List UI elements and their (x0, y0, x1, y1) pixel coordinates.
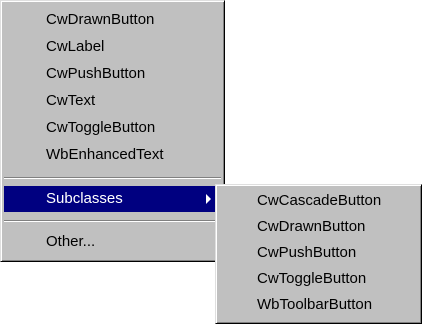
menu-item-other[interactable]: Other... (4, 229, 221, 255)
menu-item-wbenhancedtext[interactable]: WbEnhancedText (4, 142, 221, 168)
chevron-right-icon (206, 194, 211, 204)
menu-item-label: CwPushButton (257, 244, 357, 261)
menu-separator (4, 220, 221, 222)
menu-item-cwtogglebutton[interactable]: CwToggleButton (4, 115, 221, 141)
menu-item-cwdrawnbutton[interactable]: CwDrawnButton (4, 7, 221, 33)
context-menu: CwDrawnButton CwLabel CwPushButton CwTex… (0, 0, 225, 262)
submenu-item-cwdrawnbutton[interactable]: CwDrawnButton (219, 214, 418, 240)
menu-item-label: CwPushButton (46, 65, 146, 82)
menu-item-label: Subclasses (46, 190, 123, 207)
menu-separator (4, 177, 221, 179)
menu-item-label: CwToggleButton (46, 119, 156, 136)
menu-item-label: CwToggleButton (257, 270, 367, 287)
menu-item-cwpushbutton[interactable]: CwPushButton (4, 61, 221, 87)
menu-item-cwtext[interactable]: CwText (4, 88, 221, 114)
menu-item-label: CwLabel (46, 38, 105, 55)
subclasses-submenu: CwCascadeButton CwDrawnButton CwPushButt… (215, 184, 422, 324)
submenu-item-cwtogglebutton[interactable]: CwToggleButton (219, 266, 418, 292)
menu-item-subclasses[interactable]: Subclasses (4, 186, 221, 212)
menu-item-label: WbEnhancedText (46, 146, 164, 163)
menu-item-label: CwCascadeButton (257, 192, 382, 209)
menu-item-label: WbToolbarButton (257, 296, 373, 313)
menu-item-label: Other... (46, 233, 96, 250)
submenu-item-cwcascadebutton[interactable]: CwCascadeButton (219, 188, 418, 214)
menu-item-cwlabel[interactable]: CwLabel (4, 34, 221, 60)
menu-item-label: CwDrawnButton (46, 11, 155, 28)
menu-item-label: CwText (46, 92, 96, 109)
submenu-item-wbtoolbarbutton[interactable]: WbToolbarButton (219, 292, 418, 318)
submenu-item-cwpushbutton[interactable]: CwPushButton (219, 240, 418, 266)
menu-item-label: CwDrawnButton (257, 218, 366, 235)
